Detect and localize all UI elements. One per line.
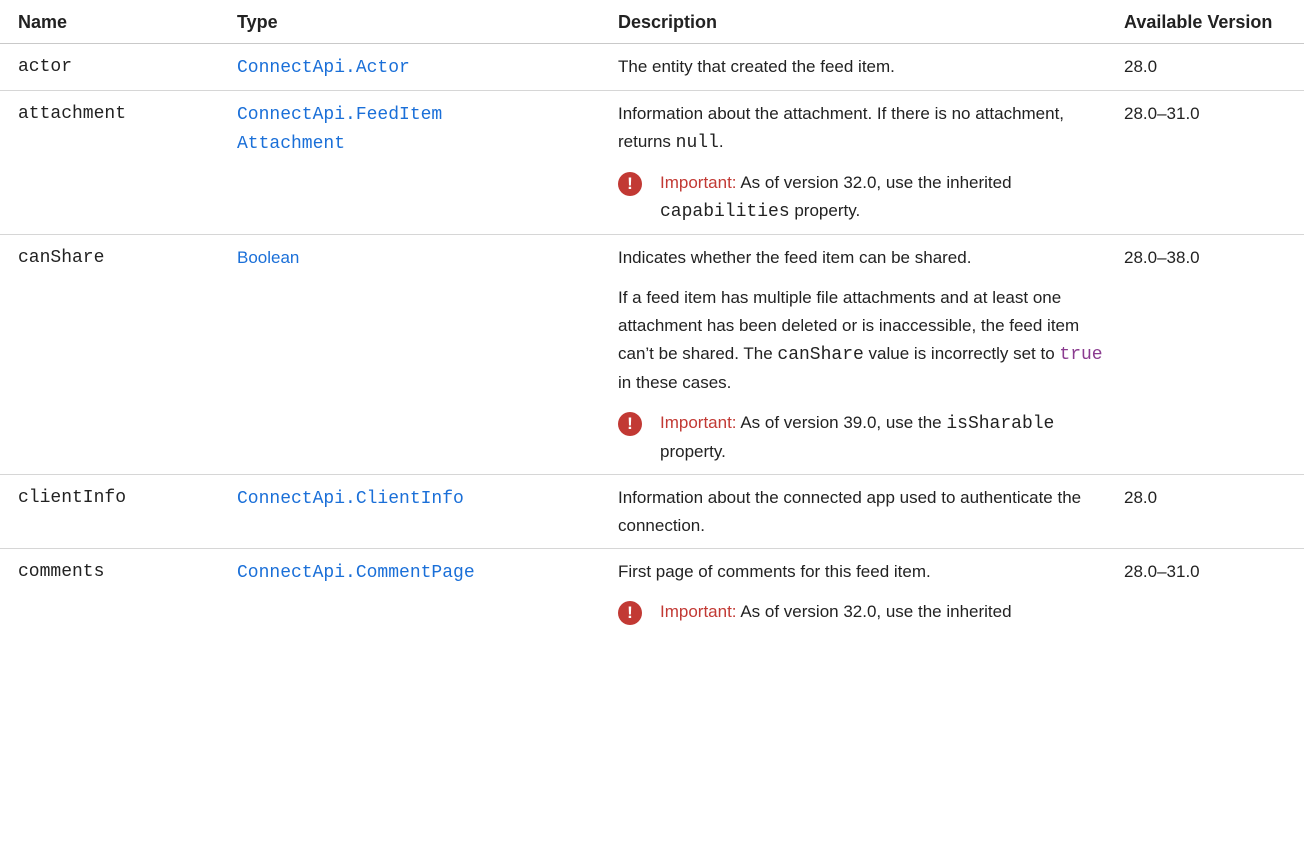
code-literal: true bbox=[1059, 345, 1103, 365]
column-header-name: Name bbox=[0, 0, 227, 44]
table-row: actor ConnectApi.Actor The entity that c… bbox=[0, 43, 1304, 91]
property-description: First page of comments for this feed ite… bbox=[608, 549, 1114, 635]
table-row: comments ConnectApi.CommentPage First pa… bbox=[0, 549, 1304, 635]
table-row: attachment ConnectApi.FeedItem Attachment… bbox=[0, 90, 1304, 235]
important-icon: ! bbox=[618, 412, 642, 436]
note-label: Important: bbox=[660, 602, 737, 621]
property-description: Information about the attachment. If the… bbox=[608, 90, 1114, 235]
type-link[interactable]: ConnectApi.Actor bbox=[237, 58, 410, 78]
column-header-description: Description bbox=[608, 0, 1114, 44]
code-literal: isSharable bbox=[946, 414, 1055, 434]
type-link-line: ConnectApi.FeedItem bbox=[237, 105, 443, 125]
description-paragraph: If a feed item has multiple file attachm… bbox=[618, 288, 1103, 392]
property-name: actor bbox=[0, 43, 227, 91]
column-header-version: Available Version bbox=[1114, 0, 1304, 44]
type-link[interactable]: Boolean bbox=[237, 248, 299, 267]
table-row: canShare Boolean Indicates whether the f… bbox=[0, 234, 1304, 475]
note-label: Important: bbox=[660, 173, 737, 192]
property-description: The entity that created the feed item. bbox=[608, 43, 1114, 91]
important-note: ! Important: As of version 32.0, use the… bbox=[618, 598, 1104, 626]
type-link-line: Attachment bbox=[237, 134, 346, 154]
available-version: 28.0–31.0 bbox=[1114, 90, 1304, 235]
property-name: canShare bbox=[0, 234, 227, 475]
property-description: Indicates whether the feed item can be s… bbox=[608, 234, 1114, 475]
description-paragraph: First page of comments for this feed ite… bbox=[618, 562, 931, 581]
property-name: attachment bbox=[0, 90, 227, 235]
type-link[interactable]: ConnectApi.ClientInfo bbox=[237, 489, 464, 509]
available-version: 28.0 bbox=[1114, 474, 1304, 549]
available-version: 28.0 bbox=[1114, 43, 1304, 91]
code-literal: capabilities bbox=[660, 202, 790, 222]
description-paragraph: Information about the attachment. If the… bbox=[618, 104, 1065, 153]
available-version: 28.0–31.0 bbox=[1124, 562, 1200, 581]
property-description: Information about the connected app used… bbox=[608, 474, 1114, 549]
code-literal: null bbox=[675, 133, 719, 153]
description-paragraph: Indicates whether the feed item can be s… bbox=[618, 248, 972, 267]
table-row: clientInfo ConnectApi.ClientInfo Informa… bbox=[0, 474, 1304, 549]
available-version: 28.0–38.0 bbox=[1114, 234, 1304, 475]
important-note: ! Important: As of version 39.0, use the… bbox=[618, 409, 1104, 466]
column-header-type: Type bbox=[227, 0, 608, 44]
property-name: clientInfo bbox=[0, 474, 227, 549]
property-name: comments bbox=[18, 562, 105, 582]
type-link[interactable]: ConnectApi.FeedItem Attachment bbox=[237, 105, 442, 154]
code-literal: canShare bbox=[777, 345, 864, 365]
important-icon: ! bbox=[618, 172, 642, 196]
header-row: Name Type Description Available Version bbox=[0, 0, 1304, 44]
properties-table: Name Type Description Available Version … bbox=[0, 0, 1304, 634]
note-label: Important: bbox=[660, 413, 737, 432]
important-icon: ! bbox=[618, 601, 642, 625]
type-link[interactable]: ConnectApi.CommentPage bbox=[237, 563, 475, 583]
important-note: ! Important: As of version 32.0, use the… bbox=[618, 169, 1104, 226]
